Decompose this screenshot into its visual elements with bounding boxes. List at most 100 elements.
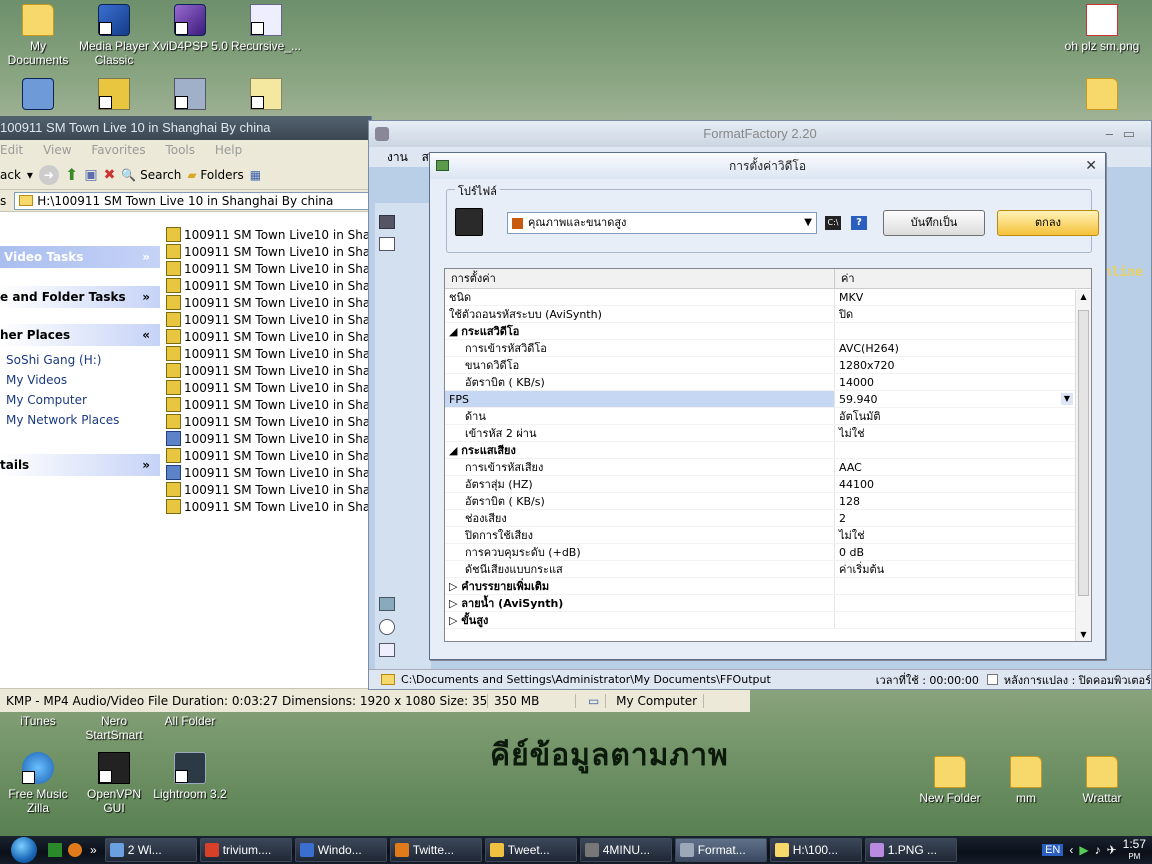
desktop-icon-new-folder[interactable]: New Folder — [912, 756, 988, 805]
file-row[interactable]: 100911 SM Town Live10 in Shan — [166, 413, 372, 430]
grid-row[interactable]: เข้ารหัส 2 ผ่าน ไม่ใช่ — [445, 425, 1091, 442]
grid-row[interactable]: การเข้ารหัสเสียง AAC — [445, 459, 1091, 476]
start-button[interactable] — [0, 836, 48, 864]
file-row[interactable]: 100911 SM Town Live10 in Shan — [166, 260, 372, 277]
expand-icon[interactable]: » — [142, 286, 150, 308]
grid-row[interactable]: การเข้ารหัสวิดีโอ AVC(H264) — [445, 340, 1091, 357]
place-soshi-gang[interactable]: SoShi Gang (H:) — [0, 350, 160, 370]
menu-skin[interactable]: ส — [422, 150, 429, 164]
grid-row[interactable]: ใช้ตัวถอนรหัสระบบ (AviSynth) ปิด — [445, 306, 1091, 323]
file-row[interactable]: 100911 SM Town Live10 in Shan — [166, 243, 372, 260]
place-my-videos[interactable]: My Videos — [0, 370, 160, 390]
desktop-icon-openvpn[interactable]: OpenVPN GUI — [76, 752, 152, 815]
chevron-down-icon[interactable]: ▼ — [1061, 393, 1073, 405]
grid-row[interactable]: ▷ ลายน้ำ (AviSynth) — [445, 595, 1091, 612]
taskbar-button[interactable]: Tweet... — [484, 838, 577, 862]
place-my-computer[interactable]: My Computer — [0, 390, 160, 410]
file-row[interactable]: 100911 SM Town Live10 in Shan — [166, 226, 372, 243]
save-as-button[interactable]: บันทึกเป็น — [883, 210, 985, 236]
file-row[interactable]: 100911 SM Town Live10 in Shan — [166, 498, 372, 515]
grid-row[interactable]: อัตราบิต ( KB/s) 128 — [445, 493, 1091, 510]
picture-category-icon[interactable] — [379, 597, 395, 611]
file-row[interactable]: 100911 SM Town Live10 in Shan — [166, 311, 372, 328]
advanced-category-icon[interactable] — [379, 643, 395, 657]
views-icon[interactable]: ▦ — [250, 168, 261, 182]
ok-button[interactable]: ตกลง — [997, 210, 1099, 236]
file-row[interactable]: 100911 SM Town Live10 in Shan — [166, 379, 372, 396]
grid-row[interactable]: ◢ กระแสวิดีโอ — [445, 323, 1091, 340]
desktop-icon-my-documents[interactable]: My Documents — [0, 4, 76, 67]
desktop-icon-lightroom[interactable]: Lightroom 3.2 — [152, 752, 228, 801]
taskbar-button[interactable]: 1.PNG ... — [864, 838, 957, 862]
file-folder-tasks-header[interactable]: e and Folder Tasks» — [0, 286, 160, 308]
file-row[interactable]: 100911 SM Town Live10 in Shan — [166, 328, 372, 345]
file-row[interactable]: 100911 SM Town Live10 in Shan — [166, 447, 372, 464]
video-category-icon[interactable] — [379, 215, 395, 229]
folders-button[interactable]: ▰ Folders — [187, 168, 243, 182]
menu-help[interactable]: Help — [215, 143, 242, 157]
file-row[interactable]: 100911 SM Town Live10 in Shan — [166, 481, 372, 498]
desktop-icon-itunes[interactable]: iTunes — [0, 714, 76, 728]
grid-row[interactable]: ช่องเสียง 2 — [445, 510, 1091, 527]
explorer-window[interactable]: 100911 SM Town Live 10 in Shanghai By ch… — [0, 116, 750, 712]
desktop-icon-row2-e[interactable] — [1064, 78, 1140, 113]
file-row[interactable]: 100911 SM Town Live10 in Shan — [166, 294, 372, 311]
language-indicator[interactable]: EN — [1042, 844, 1064, 856]
desktop-icon-row2-a[interactable] — [0, 78, 76, 113]
scroll-down-icon[interactable]: ▼ — [1076, 628, 1091, 641]
taskbar-button[interactable]: 4MINU... — [579, 838, 672, 862]
menu-favorites[interactable]: Favorites — [91, 143, 145, 157]
file-row[interactable]: 100911 SM Town Live10 in Shan — [166, 277, 372, 294]
quicklaunch-more-icon[interactable]: » — [90, 843, 97, 857]
desktop-icon-nero[interactable]: Nero StartSmart — [76, 714, 152, 742]
up-folder-icon[interactable]: ⬆ — [65, 165, 78, 184]
setting-value[interactable]: 59.940 ▼ — [835, 391, 1075, 407]
audio-category-icon[interactable] — [379, 237, 395, 251]
file-row[interactable]: 100911 SM Town Live10 in Shan — [166, 464, 372, 481]
taskbar-button[interactable]: 2 Wi... — [104, 838, 197, 862]
bluetooth-icon[interactable]: ✈ — [1107, 843, 1117, 857]
network-icon[interactable]: ▶ — [1079, 843, 1088, 857]
desktop-icon-wrattar[interactable]: Wrattar — [1064, 756, 1140, 805]
minimize-button[interactable]: – — [1106, 121, 1113, 147]
menu-task[interactable]: งาน — [387, 150, 408, 164]
file-row[interactable]: 100911 SM Town Live10 in Shan — [166, 345, 372, 362]
grid-row[interactable]: การควบคุมระดับ (+dB) 0 dB — [445, 544, 1091, 561]
copy-to-icon[interactable]: ▣ — [84, 167, 97, 183]
taskbar-button[interactable]: Format... — [674, 838, 767, 862]
scroll-up-icon[interactable]: ▲ — [1076, 290, 1091, 304]
grid-row[interactable]: อัตราสุ่ม (HZ) 44100 — [445, 476, 1091, 493]
menu-view[interactable]: View — [43, 143, 71, 157]
video-tasks-header[interactable]: Video Tasks» — [0, 246, 160, 268]
place-my-network-places[interactable]: My Network Places — [0, 410, 160, 430]
volume-icon[interactable]: ♪ — [1095, 843, 1101, 857]
grid-row[interactable]: ดัชนีเสียงแบบกระแส ค่าเริ่มต้น — [445, 561, 1091, 578]
tray-arrow-icon[interactable]: ‹ — [1069, 843, 1073, 857]
column-value[interactable]: ค่า — [835, 269, 1075, 288]
desktop-icon-png[interactable]: oh plz sm.png — [1064, 4, 1140, 53]
collapse-icon[interactable]: » — [142, 246, 150, 268]
output-path[interactable]: C:\Documents and Settings\Administrator\… — [401, 673, 876, 686]
desktop-icon-free-music-zilla[interactable]: Free Music Zilla — [0, 752, 76, 815]
grid-row[interactable]: ชนิด MKV — [445, 289, 1091, 306]
other-places-header[interactable]: her Places « — [0, 324, 160, 346]
help-button[interactable]: ? — [851, 216, 867, 230]
grid-row[interactable]: อัตราบิต ( KB/s) 14000 — [445, 374, 1091, 391]
desktop-icon-mm[interactable]: mm — [988, 756, 1064, 805]
taskbar-button[interactable]: trivium.... — [199, 838, 292, 862]
grid-row[interactable]: ◢ กระแสเสียง — [445, 442, 1091, 459]
grid-row[interactable]: FPS 59.940 ▼ — [445, 391, 1091, 408]
back-dropdown-icon[interactable]: ▾ — [27, 168, 33, 182]
grid-scrollbar[interactable]: ▲ ▼ — [1075, 290, 1091, 641]
grid-row[interactable]: ปิดการใช้เสียง ไม่ใช่ — [445, 527, 1091, 544]
scroll-thumb[interactable] — [1078, 310, 1089, 596]
rom-category-icon[interactable] — [379, 619, 395, 635]
maximize-button[interactable]: ▭ — [1123, 121, 1135, 147]
file-row[interactable]: 100911 SM Town Live10 in Shan — [166, 430, 372, 447]
forward-button[interactable]: ➜ — [38, 164, 59, 185]
firefox-icon[interactable] — [68, 843, 82, 857]
profile-select[interactable]: คุณภาพและขนาดสูง ▼ — [507, 212, 817, 234]
menu-tools[interactable]: Tools — [165, 143, 195, 157]
back-button[interactable]: ack — [0, 168, 21, 182]
desktop-icon-all-folder[interactable]: All Folder — [152, 714, 228, 728]
